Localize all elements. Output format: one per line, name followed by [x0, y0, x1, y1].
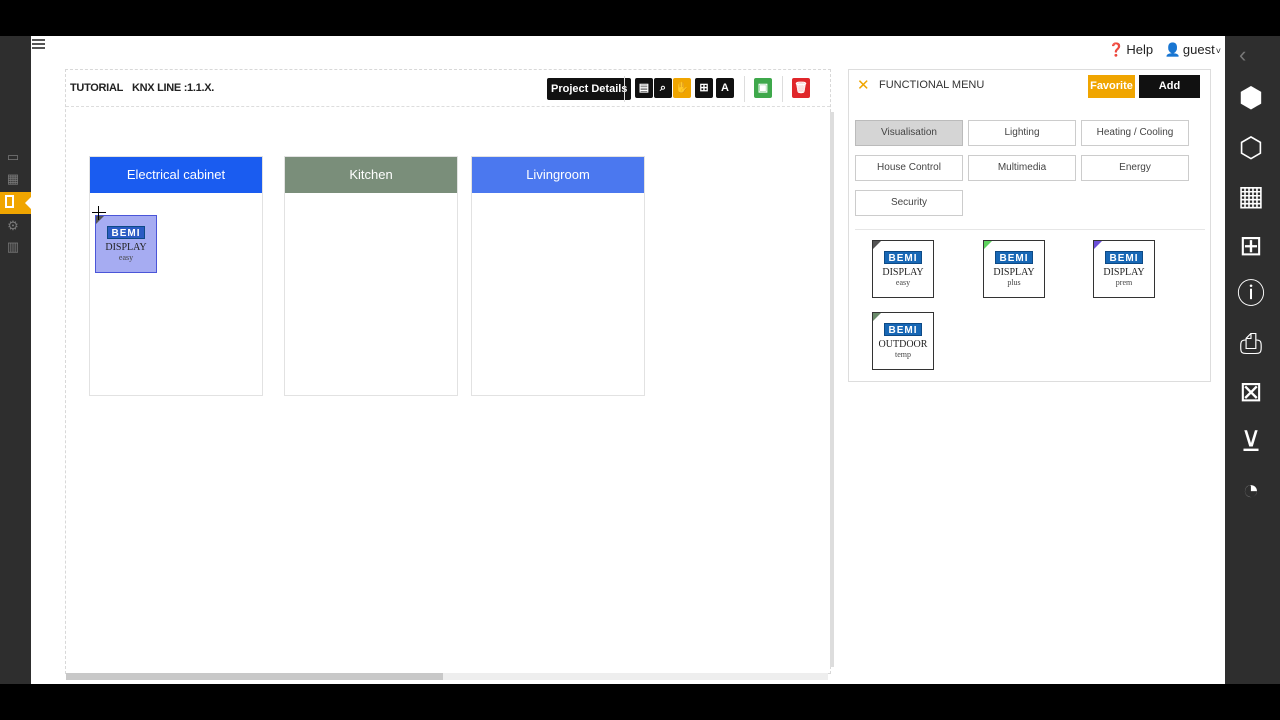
cubes-icon[interactable]: ⬡ — [1233, 130, 1269, 166]
device-variant: prem — [1115, 278, 1133, 287]
project-name: TUTORIAL — [70, 82, 124, 94]
device-card-display-easy[interactable]: BEMI DISPLAY easy — [872, 240, 934, 298]
page-icon — [5, 195, 14, 208]
room-header[interactable]: Livingroom — [472, 157, 644, 193]
cube-icon[interactable]: ⬢ — [1233, 80, 1269, 116]
project-details-button[interactable]: Project Details — [547, 78, 632, 100]
bottom-bar — [0, 684, 1280, 720]
device-corner-marker — [984, 241, 992, 249]
bemi-logo: BEMI — [884, 251, 922, 264]
functional-menu-panel: ✕ FUNCTIONAL MENU Favorite Add Devices V… — [848, 69, 1211, 382]
functional-menu-title: FUNCTIONAL MENU — [879, 79, 985, 91]
device-variant: easy — [118, 253, 134, 262]
bemi-logo: BEMI — [107, 226, 145, 239]
calendar-icon[interactable]: ▦ — [5, 171, 21, 187]
sitemap-icon[interactable]: ⊞ — [695, 78, 713, 98]
font-icon[interactable]: A — [716, 78, 734, 98]
scrollbar-thumb[interactable] — [66, 673, 443, 680]
device-type: DISPLAY — [105, 242, 147, 253]
document-icon[interactable]: ▤ — [635, 78, 653, 98]
chevron-down-icon: ˅ — [1215, 46, 1221, 56]
device-type: DISPLAY — [882, 267, 924, 278]
sidebar-active-item[interactable] — [0, 192, 31, 214]
search-icon[interactable]: ⌕ — [654, 78, 672, 98]
workspace-toolbar: TUTORIAL KNX LINE :1.1.X. Project Detail… — [66, 70, 830, 107]
excel-icon[interactable]: ⊠ — [1233, 374, 1269, 410]
pdf-icon[interactable]: ⎙ — [1233, 326, 1269, 362]
horizontal-scrollbar[interactable] — [66, 673, 828, 680]
sitemap-icon[interactable]: ⊞ — [1233, 228, 1269, 264]
question-icon: ❓ — [1108, 42, 1125, 57]
device-type: DISPLAY — [1103, 267, 1145, 278]
add-devices-button[interactable]: Add Devices — [1139, 75, 1200, 115]
divider — [624, 76, 625, 102]
user-icon: 👤 — [1164, 42, 1181, 57]
bemi-logo: BEMI — [884, 323, 922, 336]
device-corner-marker — [873, 313, 881, 321]
category-lighting[interactable]: Lighting — [968, 120, 1076, 146]
tv-icon[interactable]: ▭ — [5, 149, 21, 165]
app-main: ❓ Help 👤 guest˅ TUTORIAL KNX LINE :1.1.X. … — [31, 36, 1225, 684]
room-electrical-cabinet[interactable]: Electrical cabinet BEMI DISPLAY easy — [89, 156, 263, 396]
device-card-display-plus[interactable]: BEMI DISPLAY plus — [983, 240, 1045, 298]
device-corner-marker — [1094, 241, 1102, 249]
help-link[interactable]: ❓ Help — [1108, 42, 1153, 57]
save-icon[interactable]: ▣ — [754, 78, 772, 98]
device-variant: plus — [1007, 278, 1021, 287]
info-icon[interactable]: ⓘ — [1233, 276, 1269, 312]
crosshair-cursor-icon — [92, 206, 106, 220]
gear-icon[interactable]: ⚙ — [5, 218, 21, 234]
trash-icon[interactable]: 🗑 — [792, 78, 810, 98]
device-type: DISPLAY — [993, 267, 1035, 278]
room-header[interactable]: Electrical cabinet — [90, 157, 262, 193]
divider — [855, 229, 1205, 230]
divider — [782, 76, 783, 102]
knx-line-label: KNX LINE :1.1.X. — [132, 82, 214, 94]
room-header[interactable]: Kitchen — [285, 157, 457, 193]
right-toolbar: ‹ ⬢ ⬡ ▦ ⊞ ⓘ ⎙ ⊠ ⊻ ◔ — [1225, 36, 1280, 684]
bemi-logo: BEMI — [995, 251, 1033, 264]
hamburger-icon[interactable] — [32, 39, 45, 50]
divider — [744, 76, 745, 102]
device-corner-marker — [873, 241, 881, 249]
device-variant: temp — [895, 350, 911, 359]
category-energy[interactable]: Energy — [1081, 155, 1189, 181]
room-kitchen[interactable]: Kitchen — [284, 156, 458, 396]
bar-chart-icon[interactable]: ▥ — [5, 239, 21, 255]
left-sidebar: ▭ ▦ ⚙ ▥ — [0, 36, 31, 684]
category-house-control[interactable]: House Control — [855, 155, 963, 181]
project-workspace[interactable]: TUTORIAL KNX LINE :1.1.X. Project Detail… — [65, 69, 834, 680]
pie-chart-icon[interactable]: ◔ — [1233, 472, 1269, 508]
category-security[interactable]: Security — [855, 190, 963, 216]
building-icon[interactable]: ▦ — [1233, 178, 1269, 214]
top-links: ❓ Help 👤 guest˅ — [1100, 42, 1221, 58]
favorite-button[interactable]: Favorite — [1088, 75, 1135, 98]
category-heating-cooling[interactable]: Heating / Cooling — [1081, 120, 1189, 146]
cart-icon[interactable]: ⊻ — [1233, 424, 1269, 460]
device-type: OUTDOOR — [878, 339, 928, 350]
device-card-display-prem[interactable]: BEMI DISPLAY prem — [1093, 240, 1155, 298]
chevron-left-icon[interactable]: ‹ — [1239, 42, 1246, 68]
tools-icon: ✕ — [857, 77, 870, 94]
bemi-logo: BEMI — [1105, 251, 1143, 264]
device-variant: easy — [895, 278, 911, 287]
room-livingroom[interactable]: Livingroom — [471, 156, 645, 396]
user-menu[interactable]: 👤 guest˅ — [1165, 42, 1221, 57]
hand-icon[interactable]: ✋ — [673, 78, 691, 98]
category-multimedia[interactable]: Multimedia — [968, 155, 1076, 181]
vertical-scrollbar[interactable] — [830, 112, 834, 667]
placed-device-display-easy[interactable]: BEMI DISPLAY easy — [95, 215, 157, 273]
screen-frame: ▭ ▦ ⚙ ▥ ❓ Help 👤 guest˅ TUTORIAL KNX LINE … — [0, 0, 1280, 720]
category-visualisation[interactable]: Visualisation — [855, 120, 963, 146]
device-card-outdoor-temp[interactable]: BEMI OUTDOOR temp — [872, 312, 934, 370]
